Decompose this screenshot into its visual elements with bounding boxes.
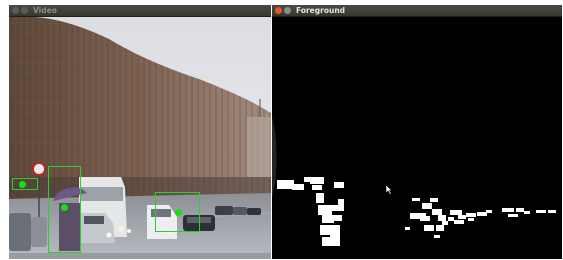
foreground-close-button[interactable] [275,7,282,14]
minimize-icon [284,7,291,14]
close-icon [12,7,19,14]
foreground-window-title: Foreground [296,6,346,15]
video-window-title: Video [33,6,57,15]
foreground-titlebar[interactable]: Foreground [272,5,562,17]
minimize-icon [21,7,28,14]
foreground-minimize-button[interactable] [284,7,291,14]
video-frame [9,17,271,259]
detection-centroid [18,180,26,188]
video-minimize-button[interactable] [21,7,28,14]
mouse-pointer-icon [386,185,393,195]
foreground-mask-image [272,17,562,259]
foreground-window: Foreground [272,5,562,259]
video-window: Video [9,5,271,259]
foreground-mask-frame [272,17,562,259]
video-close-button[interactable] [12,7,19,14]
video-titlebar[interactable]: Video [9,5,271,17]
detection-centroid [60,203,68,211]
close-icon [275,7,282,14]
detection-centroid [174,208,182,216]
